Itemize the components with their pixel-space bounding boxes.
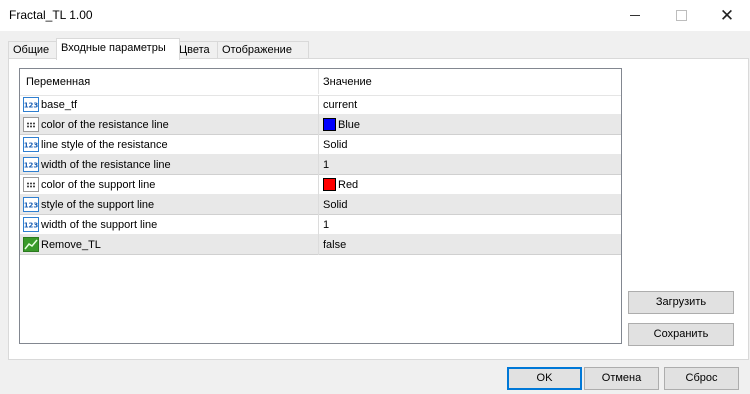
load-button[interactable]: Загрузить (628, 291, 734, 314)
cancel-button[interactable]: Отмена (584, 367, 659, 390)
reset-button[interactable]: Сброс (664, 367, 739, 390)
param-row-remove-tl[interactable]: Remove_TL false (20, 235, 621, 255)
numeric-123-icon: 123 (23, 217, 39, 232)
minimize-icon (630, 15, 640, 16)
close-button[interactable]: ✕ (704, 0, 750, 31)
param-row-line-style-resistance[interactable]: 123 line style of the resistance Solid (20, 135, 621, 155)
save-button[interactable]: Сохранить (628, 323, 734, 346)
tab-display[interactable]: Отображение (217, 41, 309, 59)
color-dots-icon (23, 117, 39, 132)
tab-general[interactable]: Общие (8, 41, 58, 59)
close-icon: ✕ (719, 6, 735, 25)
numeric-123-icon: 123 (23, 197, 39, 212)
svg-text:123: 123 (24, 202, 39, 210)
maximize-button[interactable] (658, 0, 704, 31)
param-row-base-tf[interactable]: 123 base_tf current (20, 95, 621, 115)
svg-text:123: 123 (24, 222, 39, 230)
numeric-123-icon: 123 (23, 97, 39, 112)
column-header-variable[interactable]: Переменная (26, 76, 90, 88)
window-title: Fractal_TL 1.00 (9, 8, 93, 22)
svg-text:123: 123 (24, 162, 39, 170)
svg-text:123: 123 (24, 102, 39, 110)
param-name: width of the support line (41, 219, 158, 231)
param-value[interactable]: Blue (338, 119, 360, 131)
param-value[interactable]: Solid (323, 139, 347, 151)
minimize-button[interactable] (612, 0, 658, 31)
parameters-grid: Переменная Значение 123 base_tf current … (19, 68, 622, 344)
param-name: color of the support line (41, 179, 156, 191)
param-value[interactable]: Red (338, 179, 358, 191)
param-value[interactable]: current (323, 99, 357, 111)
ok-button[interactable]: OK (507, 367, 582, 390)
grid-header: Переменная Значение (20, 69, 621, 96)
tab-input-parameters[interactable]: Входные параметры (56, 38, 180, 60)
param-row-width-support[interactable]: 123 width of the support line 1 (20, 215, 621, 235)
boolean-chart-icon (23, 237, 39, 252)
param-value[interactable]: 1 (323, 159, 329, 171)
param-row-width-resistance[interactable]: 123 width of the resistance line 1 (20, 155, 621, 175)
param-row-color-resistance[interactable]: color of the resistance line Blue (20, 115, 621, 135)
maximize-icon (675, 10, 687, 21)
color-swatch-blue (323, 118, 336, 131)
param-value[interactable]: 1 (323, 219, 329, 231)
param-name: base_tf (41, 99, 78, 111)
param-name: Remove_TL (41, 239, 101, 251)
title-bar: Fractal_TL 1.00 ✕ (0, 0, 750, 31)
param-value[interactable]: false (323, 239, 346, 251)
svg-text:123: 123 (24, 142, 39, 150)
color-dots-icon (23, 177, 39, 192)
column-header-value[interactable]: Значение (323, 76, 372, 88)
param-row-style-support[interactable]: 123 style of the support line Solid (20, 195, 621, 215)
numeric-123-icon: 123 (23, 137, 39, 152)
param-name: color of the resistance line (41, 119, 169, 131)
param-row-color-support[interactable]: color of the support line Red (20, 175, 621, 195)
param-name: line style of the resistance (41, 139, 168, 151)
numeric-123-icon: 123 (23, 157, 39, 172)
param-name: width of the resistance line (41, 159, 171, 171)
column-divider[interactable] (318, 69, 319, 94)
color-swatch-red (323, 178, 336, 191)
param-value[interactable]: Solid (323, 199, 347, 211)
param-name: style of the support line (41, 199, 155, 211)
